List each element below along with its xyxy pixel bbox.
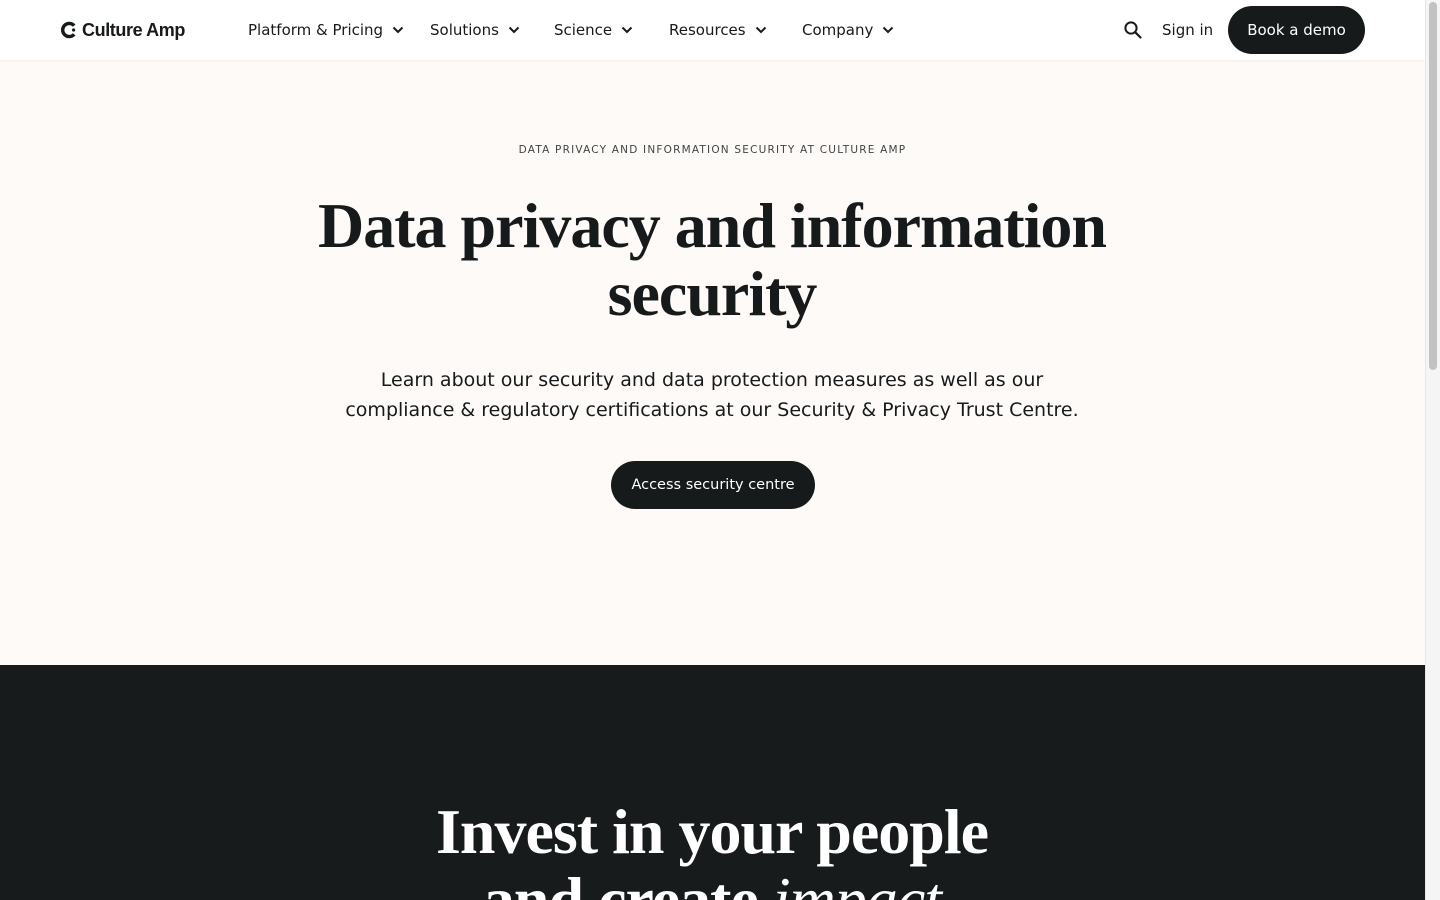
chevron-down-icon [755, 26, 766, 34]
promo-title: Invest in your people and create impact [312, 798, 1112, 900]
nav-item-science[interactable]: Science [554, 18, 633, 42]
promo-title-accent: impact [772, 864, 942, 900]
nav-item-platform-pricing[interactable]: Platform & Pricing [248, 18, 404, 42]
nav-item-label: Company [802, 21, 874, 39]
hero-eyebrow: DATA PRIVACY AND INFORMATION SECURITY AT… [518, 144, 907, 156]
book-demo-button[interactable]: Book a demo [1228, 6, 1365, 54]
hero-subtitle: Learn about our security and data protec… [345, 369, 1079, 421]
nav-item-label: Solutions [430, 21, 499, 39]
promo-section: Invest in your people and create impact [0, 665, 1425, 900]
nav-item-label: Resources [669, 21, 746, 39]
nav-item-company[interactable]: Company [802, 18, 894, 42]
nav-item-label: Platform & Pricing [248, 21, 384, 39]
search-icon [1124, 21, 1142, 39]
nav-item-solutions[interactable]: Solutions [430, 18, 520, 42]
promo-title-prefix: and create [482, 864, 773, 900]
promo-title-line-1: Invest in your people [435, 796, 989, 867]
scrollbar-thumb[interactable] [1429, 2, 1437, 370]
top-navigation: Culture Amp Platform & Pricing Solutions… [0, 0, 1425, 60]
access-security-centre-button[interactable]: Access security centre [611, 461, 815, 509]
logo-text: Culture Amp [82, 19, 185, 40]
hero-section: DATA PRIVACY AND INFORMATION SECURITY AT… [0, 60, 1425, 665]
sign-in-link[interactable]: Sign in [1162, 18, 1213, 42]
nav-item-label: Science [554, 21, 613, 39]
chevron-down-icon [508, 26, 520, 34]
chevron-down-icon [621, 26, 633, 34]
chevron-down-icon [392, 26, 404, 34]
culture-amp-logo-icon [61, 21, 76, 39]
culture-amp-logo[interactable]: Culture Amp [60, 17, 185, 43]
hero-title: Data privacy and information security [318, 190, 1107, 329]
nav-item-resources[interactable]: Resources [669, 18, 767, 42]
page: Culture Amp Platform & Pricing Solutions… [0, 0, 1425, 900]
promo-title-line-2: and create impact [312, 866, 1112, 900]
chevron-down-icon [883, 26, 894, 34]
page-scrollbar[interactable] [1425, 0, 1440, 900]
search-button[interactable] [1122, 19, 1144, 41]
